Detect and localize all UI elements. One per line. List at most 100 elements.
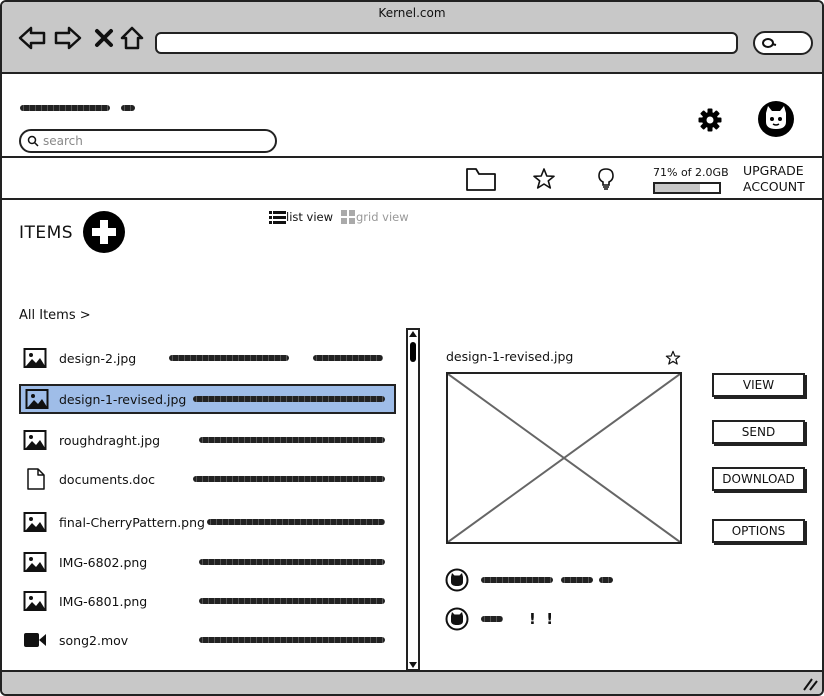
storage-quota-fill — [655, 184, 701, 192]
image-preview — [446, 372, 682, 544]
search-field[interactable] — [19, 129, 277, 153]
comment-item: ! ! — [445, 607, 553, 631]
grid-view-label: grid view — [356, 210, 409, 224]
send-button[interactable]: SEND — [712, 420, 805, 444]
file-name: design-2.jpg — [59, 350, 137, 366]
favorites-button[interactable] — [529, 164, 559, 194]
address-bar[interactable] — [155, 32, 738, 54]
file-meta — [193, 476, 385, 482]
image-placeholder-icon — [447, 373, 681, 543]
comment-author — [481, 616, 503, 622]
comment-text — [561, 577, 593, 583]
file-meta — [207, 519, 385, 525]
user-avatar-icon — [445, 568, 469, 592]
breadcrumb[interactable]: All Items > — [19, 308, 91, 323]
image-icon — [23, 551, 47, 573]
file-list: design-2.jpg design-1-revised.jpg roughd… — [17, 337, 402, 667]
back-button[interactable] — [18, 24, 46, 52]
grid-view-toggle[interactable]: grid view — [341, 210, 409, 224]
comment-text: ! ! — [529, 610, 554, 628]
image-icon — [25, 388, 49, 410]
file-name: song2.mov — [59, 632, 129, 648]
file-name: IMG-6802.png — [59, 554, 148, 570]
file-meta — [199, 598, 385, 604]
image-icon — [23, 590, 47, 612]
user-avatar-icon[interactable] — [757, 100, 795, 138]
file-meta — [313, 355, 383, 361]
video-icon — [24, 633, 46, 647]
file-list-scrollbar[interactable] — [406, 328, 420, 671]
scroll-down-icon[interactable] — [409, 662, 417, 668]
grid-icon — [341, 210, 355, 224]
home-icon — [120, 26, 144, 50]
file-row[interactable]: documents.doc — [17, 464, 397, 494]
preview-title: design-1-revised.jpg — [446, 349, 574, 364]
list-view-toggle[interactable]: list view — [269, 210, 333, 224]
arrow-left-icon — [18, 26, 46, 50]
window-title: Kernel.com — [378, 6, 446, 20]
items-heading: ITEMS — [19, 223, 74, 243]
resize-grip-icon[interactable] — [802, 677, 818, 691]
file-meta — [199, 437, 385, 443]
star-icon — [533, 168, 555, 189]
search-icon — [27, 135, 39, 147]
comment-item — [445, 568, 613, 592]
image-icon — [23, 511, 47, 533]
add-item-button[interactable] — [83, 211, 125, 253]
file-row[interactable]: IMG-6802.png — [17, 547, 397, 577]
stop-button[interactable] — [90, 24, 118, 52]
search-icon — [762, 38, 777, 48]
comment-text — [599, 577, 613, 583]
image-icon — [23, 347, 47, 369]
file-name: design-1-revised.jpg — [59, 391, 187, 407]
browser-window: Kernel.com search 71% of 2.0GB UPGRADE A… — [0, 0, 824, 696]
scroll-thumb[interactable] — [410, 342, 416, 362]
folder-button[interactable] — [464, 164, 498, 194]
image-icon — [23, 429, 47, 451]
app-header — [2, 74, 822, 158]
file-row[interactable]: song2.mov — [17, 625, 397, 655]
file-meta — [169, 355, 289, 361]
file-row[interactable]: design-2.jpg — [17, 343, 397, 373]
list-view-label: list view — [286, 210, 334, 224]
list-icon — [269, 210, 286, 224]
file-meta — [199, 637, 385, 643]
comment-author — [481, 577, 553, 583]
file-name: roughdraght.jpg — [59, 432, 161, 448]
status-bar — [2, 670, 822, 694]
gear-icon[interactable] — [697, 107, 723, 133]
upgrade-line-1: UPGRADE — [743, 163, 804, 178]
toolbar: 71% of 2.0GB UPGRADE ACCOUNT — [2, 158, 822, 200]
star-icon[interactable] — [665, 350, 681, 366]
search-input[interactable] — [43, 134, 263, 148]
file-name: documents.doc — [59, 471, 156, 487]
lightbulb-icon — [598, 168, 614, 190]
arrow-right-icon — [54, 26, 82, 50]
close-icon — [95, 29, 113, 47]
document-icon — [27, 468, 45, 490]
app-logo — [20, 96, 136, 115]
file-name: final-CherryPattern.png — [59, 514, 205, 530]
view-button[interactable]: VIEW — [712, 373, 805, 397]
upgrade-account-link[interactable]: UPGRADE ACCOUNT — [743, 163, 805, 195]
file-row[interactable]: IMG-6801.png — [17, 586, 397, 616]
file-meta — [199, 559, 385, 565]
home-button[interactable] — [118, 24, 146, 52]
download-button[interactable]: DOWNLOAD — [712, 467, 805, 491]
folder-icon — [466, 168, 496, 191]
storage-quota-text: 71% of 2.0GB — [653, 166, 729, 179]
file-row[interactable]: roughdraght.jpg — [17, 425, 397, 455]
file-name: IMG-6801.png — [59, 593, 148, 609]
scroll-up-icon[interactable] — [409, 331, 417, 337]
browser-search-button[interactable] — [753, 31, 813, 55]
storage-quota-bar — [653, 182, 721, 194]
file-meta — [193, 396, 385, 402]
browser-chrome: Kernel.com — [2, 2, 822, 74]
file-row-selected[interactable]: design-1-revised.jpg — [19, 384, 396, 414]
file-row[interactable]: final-CherryPattern.png — [17, 507, 397, 537]
user-avatar-icon — [445, 607, 469, 631]
ideas-button[interactable] — [591, 164, 621, 194]
options-button[interactable]: OPTIONS — [712, 519, 805, 543]
forward-button[interactable] — [54, 24, 82, 52]
upgrade-line-2: ACCOUNT — [743, 179, 805, 194]
